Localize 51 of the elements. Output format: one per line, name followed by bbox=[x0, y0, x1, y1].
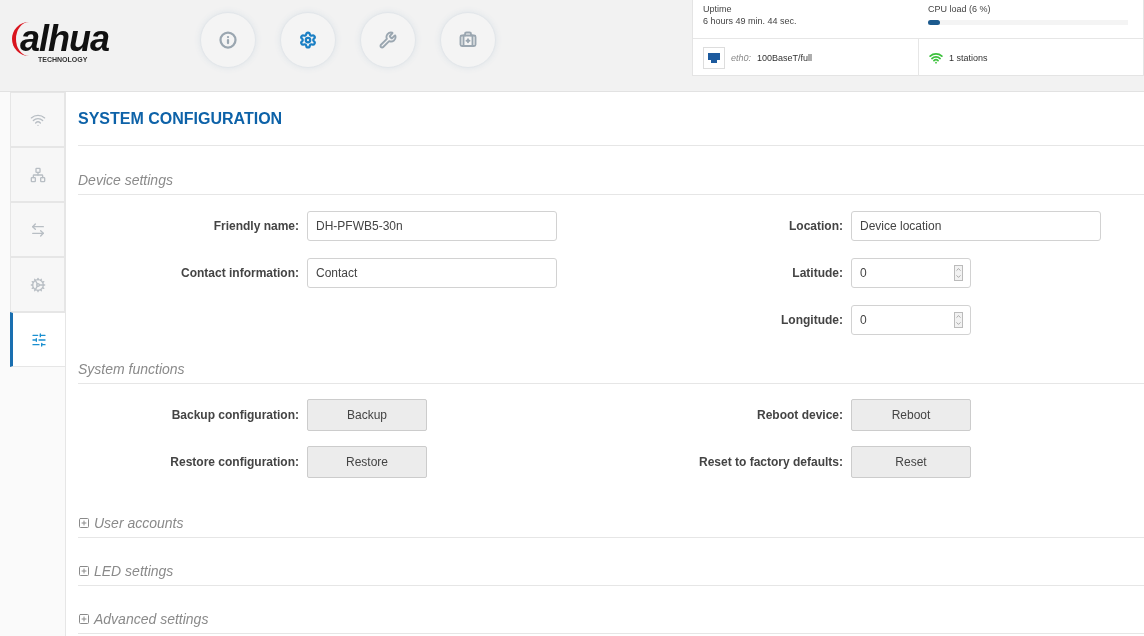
section-heading: Device settings bbox=[78, 146, 1144, 195]
nav-button[interactable] bbox=[200, 12, 256, 68]
field-label: Latitude: bbox=[791, 266, 843, 280]
field-label: Contact information: bbox=[180, 266, 299, 280]
uptime-label: Uptime bbox=[703, 4, 733, 14]
section-heading: System functions bbox=[78, 355, 1144, 384]
field-label: Friendly name: bbox=[212, 219, 299, 233]
wrench-icon bbox=[379, 31, 397, 49]
network-icon bbox=[29, 166, 46, 183]
text-field[interactable]: Contact bbox=[307, 258, 557, 288]
action-button[interactable]: Backup bbox=[307, 399, 427, 431]
interface-name: eth0: bbox=[731, 52, 752, 63]
medical-case-icon bbox=[459, 31, 477, 49]
field-label: Reset to factory defaults: bbox=[697, 455, 843, 469]
section-title: Advanced settings bbox=[94, 611, 209, 627]
number-field[interactable]: 0 bbox=[851, 258, 971, 288]
section-title: User accounts bbox=[94, 515, 184, 531]
sliders-icon bbox=[31, 331, 47, 348]
number-field[interactable]: 0 bbox=[851, 305, 971, 335]
field-label: Restore configuration: bbox=[169, 455, 299, 469]
collapsible-section-header[interactable]: Advanced settings bbox=[78, 586, 1144, 634]
info-icon bbox=[219, 31, 237, 49]
action-button[interactable]: Reboot bbox=[851, 399, 971, 431]
text-field[interactable]: Device location bbox=[851, 211, 1101, 241]
sidebar-tab[interactable] bbox=[10, 312, 66, 367]
field-label: Location: bbox=[788, 219, 843, 233]
action-button[interactable]: Reset bbox=[851, 446, 971, 478]
settings-icon bbox=[299, 31, 317, 49]
spinner-icon[interactable] bbox=[954, 265, 963, 281]
interface-value: 100BaseT/full bbox=[757, 52, 813, 63]
collapsible-section-header[interactable]: User accounts bbox=[78, 497, 1144, 538]
logo-wordmark: alhua bbox=[12, 22, 110, 56]
nav-button[interactable] bbox=[440, 12, 496, 68]
nav-button[interactable] bbox=[360, 12, 416, 68]
spinner-icon[interactable] bbox=[954, 312, 963, 328]
section-title: LED settings bbox=[94, 563, 174, 579]
stations-count: 1 stations bbox=[949, 52, 988, 63]
action-button[interactable]: Restore bbox=[307, 446, 427, 478]
nav-button[interactable] bbox=[280, 12, 336, 68]
uptime-value: 6 hours 49 min. 44 sec. bbox=[703, 16, 798, 26]
cpu-label: CPU load (6 %) bbox=[928, 4, 992, 14]
text-field[interactable]: DH-PFWB5-30n bbox=[307, 211, 557, 241]
wifi-icon bbox=[929, 50, 943, 65]
field-label: Reboot device: bbox=[756, 408, 843, 422]
page-title: SYSTEM CONFIGURATION bbox=[78, 92, 1144, 146]
gears-icon bbox=[29, 276, 46, 293]
collapsible-section-header[interactable]: LED settings bbox=[78, 538, 1144, 586]
ethernet-port-icon bbox=[703, 46, 725, 69]
arrows-icon bbox=[29, 221, 46, 238]
field-label: Longitude: bbox=[780, 313, 843, 327]
field-label: Backup configuration: bbox=[170, 408, 299, 422]
